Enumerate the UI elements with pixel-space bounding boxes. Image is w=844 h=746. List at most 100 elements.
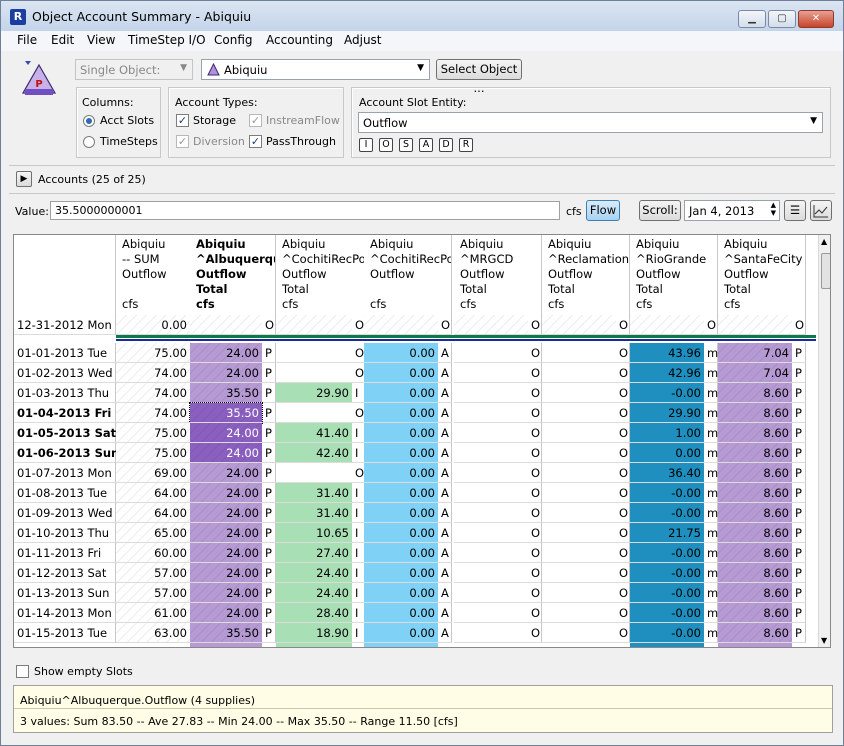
value-cell[interactable]: 8.60 <box>718 383 792 403</box>
vertical-scrollbar[interactable]: ▲ ▼ <box>818 235 830 647</box>
value-cell[interactable]: -0.00 <box>630 503 704 523</box>
value-cell[interactable]: 42.40 <box>276 443 352 463</box>
menu-config[interactable]: Config <box>214 33 253 47</box>
value-cell[interactable]: 29.90 <box>630 403 704 423</box>
value-cell[interactable]: 0.00 <box>364 603 438 623</box>
value-cell[interactable]: 27.40 <box>276 543 352 563</box>
value-cell[interactable]: 24.00 <box>190 563 262 583</box>
value-cell[interactable]: 36.40 <box>630 463 704 483</box>
value-cell[interactable] <box>454 503 528 523</box>
timesteps-radio[interactable] <box>83 136 95 148</box>
value-cell[interactable] <box>454 463 528 483</box>
value-cell[interactable] <box>542 563 616 583</box>
value-cell[interactable]: 69.00 <box>116 463 190 483</box>
value-cell[interactable]: 1.00 <box>630 423 704 443</box>
column-header[interactable]: Abiquiu^AlbuquerqueOutflowTotalcfs <box>190 235 276 315</box>
value-cell[interactable] <box>454 483 528 503</box>
value-cell[interactable] <box>542 503 616 523</box>
spinner-arrows-icon[interactable]: ▲ ▼ <box>771 201 776 217</box>
value-cell[interactable] <box>542 423 616 443</box>
value-input[interactable]: 35.5000000001 <box>50 201 560 220</box>
value-cell[interactable]: 24.00 <box>190 343 262 363</box>
value-cell[interactable]: 24.40 <box>276 563 352 583</box>
value-cell[interactable]: 64.00 <box>116 483 190 503</box>
value-cell[interactable] <box>276 315 352 335</box>
value-cell[interactable]: 24.00 <box>190 423 262 443</box>
value-cell[interactable]: 7.04 <box>718 363 792 383</box>
value-cell[interactable]: 8.60 <box>718 403 792 423</box>
value-cell[interactable]: 24.00 <box>190 603 262 623</box>
value-cell[interactable]: 24.40 <box>276 583 352 603</box>
value-cell[interactable] <box>542 583 616 603</box>
value-cell[interactable]: 0.00 <box>364 403 438 423</box>
value-cell[interactable] <box>542 315 616 335</box>
value-cell[interactable]: 24.00 <box>190 583 262 603</box>
value-cell[interactable] <box>454 583 528 603</box>
menu-file[interactable]: File <box>17 33 37 47</box>
scroll-up-icon[interactable]: ▲ <box>821 237 827 246</box>
menu-timestep-io[interactable]: TimeStep I/O <box>128 33 206 47</box>
maximize-button[interactable]: ▢ <box>768 10 796 28</box>
value-cell[interactable]: 0.00 <box>364 443 438 463</box>
menu-accounting[interactable]: Accounting <box>266 33 333 47</box>
value-cell[interactable] <box>454 623 528 643</box>
value-cell[interactable] <box>630 315 704 335</box>
value-cell[interactable] <box>454 563 528 583</box>
entity-inflow-button[interactable]: I <box>359 138 373 152</box>
select-object-button[interactable]: Select Object ... <box>436 59 522 95</box>
value-cell[interactable]: 8.60 <box>718 623 792 643</box>
value-cell[interactable]: 31.40 <box>276 503 352 523</box>
value-cell[interactable] <box>454 423 528 443</box>
menu-view[interactable]: View <box>87 33 115 47</box>
value-cell[interactable]: -0.00 <box>630 543 704 563</box>
value-cell[interactable]: 10.65 <box>276 523 352 543</box>
value-cell[interactable]: 24.00 <box>190 443 262 463</box>
value-cell[interactable]: 24.00 <box>190 463 262 483</box>
menu-edit[interactable]: Edit <box>51 33 74 47</box>
column-header[interactable]: Abiquiu ^Reclamation Outflow Total cfs <box>542 235 630 315</box>
list-view-button[interactable]: ☰ <box>784 200 806 221</box>
flow-button[interactable]: Flow <box>586 200 620 221</box>
value-cell[interactable]: 0.00 <box>364 563 438 583</box>
value-cell[interactable] <box>542 623 616 643</box>
menu-adjust[interactable]: Adjust <box>344 33 382 47</box>
value-cell[interactable] <box>276 463 352 483</box>
value-cell[interactable]: 0.00 <box>364 543 438 563</box>
value-cell[interactable]: 0.00 <box>630 443 704 463</box>
value-cell[interactable]: 61.00 <box>116 603 190 623</box>
value-cell[interactable]: -0.00 <box>630 583 704 603</box>
value-cell[interactable] <box>542 343 616 363</box>
value-cell[interactable]: 8.60 <box>718 543 792 563</box>
value-cell[interactable]: 31.40 <box>276 483 352 503</box>
value-cell[interactable]: 24.00 <box>190 523 262 543</box>
value-cell[interactable] <box>454 363 528 383</box>
minimize-button[interactable]: ▁ <box>738 10 766 28</box>
value-cell[interactable]: 74.00 <box>116 363 190 383</box>
expand-accounts-button[interactable]: ▶ <box>16 171 32 187</box>
value-cell[interactable]: 74.00 <box>116 383 190 403</box>
value-cell[interactable]: 18.90 <box>276 623 352 643</box>
value-cell[interactable]: 8.60 <box>718 603 792 623</box>
value-cell[interactable] <box>454 315 528 335</box>
value-cell[interactable]: 64.00 <box>116 503 190 523</box>
value-cell[interactable]: -0.00 <box>630 383 704 403</box>
value-cell[interactable]: 0.00 <box>364 463 438 483</box>
value-cell[interactable]: 42.96 <box>630 363 704 383</box>
value-cell[interactable]: 0.00 <box>364 583 438 603</box>
value-cell[interactable]: 35.50 <box>190 383 262 403</box>
value-cell[interactable] <box>718 315 792 335</box>
scroll-date-spinner[interactable]: Jan 4, 2013 ▲ ▼ <box>684 200 780 221</box>
value-cell[interactable]: 35.50 <box>189 402 263 424</box>
value-cell[interactable]: -0.00 <box>630 563 704 583</box>
value-cell[interactable]: 0.00 <box>364 343 438 363</box>
value-cell[interactable] <box>542 603 616 623</box>
value-cell[interactable]: 0.00 <box>364 623 438 643</box>
value-cell[interactable]: -0.00 <box>630 603 704 623</box>
value-cell[interactable] <box>276 403 352 423</box>
value-cell[interactable]: 8.60 <box>718 423 792 443</box>
entity-diversion-button[interactable]: D <box>439 138 453 152</box>
value-cell[interactable] <box>542 523 616 543</box>
value-cell[interactable]: 57.00 <box>116 583 190 603</box>
value-cell[interactable]: 0.00 <box>364 423 438 443</box>
value-cell[interactable]: 75.00 <box>116 423 190 443</box>
